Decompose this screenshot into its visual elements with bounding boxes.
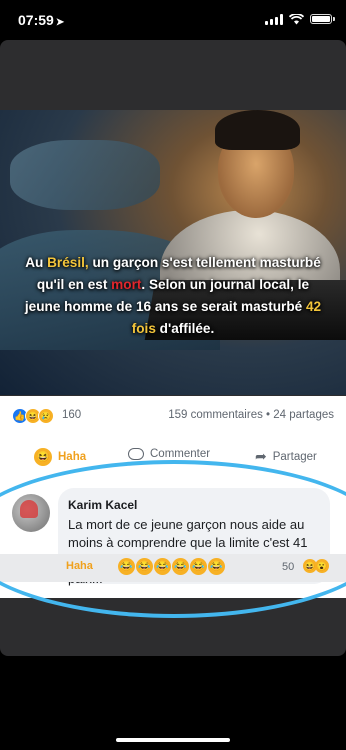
avatar[interactable] <box>12 494 50 532</box>
haha-icon: 😂 <box>118 558 135 575</box>
comment-reaction-icons: 😆 😮 <box>303 559 329 573</box>
comment-reactions-bar: Haha 😂 😂 😂 😂 😂 😂 50 😆 😮 <box>0 554 346 582</box>
haha-icon: 😂 <box>172 558 189 575</box>
wifi-icon <box>289 13 304 24</box>
meme-image: Au Brésil, un garçon s'est tellement mas… <box>0 110 346 395</box>
haha-icon: 😂 <box>136 558 153 575</box>
status-bar: 07:59 ➤ <box>0 0 346 40</box>
status-icons <box>265 12 335 26</box>
clock: 07:59 ➤ <box>18 12 64 28</box>
meme-caption: Au Brésil, un garçon s'est tellement mas… <box>24 255 322 336</box>
location-icon: ➤ <box>55 17 65 28</box>
haha-icon: 😂 <box>190 558 207 575</box>
haha-reaction-button[interactable]: 😆 Haha <box>34 448 86 466</box>
post-actions: 😆 Haha Commenter ➦ Partager <box>0 442 346 472</box>
comment-haha-button[interactable]: Haha <box>66 560 93 572</box>
image-viewer[interactable]: Au Brésil, un garçon s'est tellement mas… <box>0 40 346 656</box>
home-indicator[interactable] <box>116 738 230 742</box>
haha-icon: 😂 <box>154 558 171 575</box>
comment-author[interactable]: Karim Kacel <box>68 498 137 512</box>
comment-button[interactable]: Commenter <box>128 448 210 460</box>
haha-icon: 😆 <box>34 448 52 466</box>
sad-icon: 😢 <box>38 408 54 424</box>
share-button[interactable]: ➦ Partager <box>255 448 317 465</box>
signal-icon <box>265 13 283 25</box>
haha-emoji-row: 😂 😂 😂 😂 😂 😂 <box>118 558 225 575</box>
haha-icon: 😂 <box>208 558 225 575</box>
reaction-icons[interactable]: 👍 😆 😢 <box>12 408 54 424</box>
wow-icon: 😮 <box>315 559 329 573</box>
clock-time: 07:59 <box>18 12 54 28</box>
comment-icon <box>128 448 144 460</box>
share-icon: ➦ <box>255 448 267 464</box>
comments-shares-count[interactable]: 159 commentaires • 24 partages <box>168 409 334 421</box>
reaction-count[interactable]: 160 <box>62 409 81 421</box>
post-stats: 👍 😆 😢 160 159 commentaires • 24 partages <box>12 408 334 424</box>
comment-reaction-count[interactable]: 50 <box>282 561 294 573</box>
battery-icon <box>310 14 335 24</box>
